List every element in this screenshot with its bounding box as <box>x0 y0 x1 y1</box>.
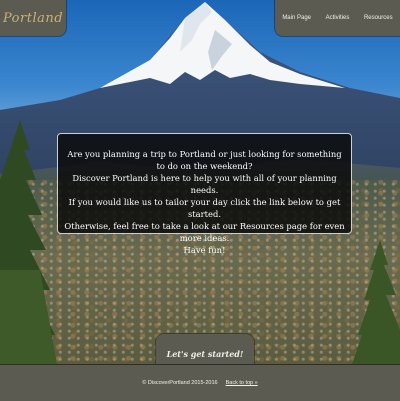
intro-line-2: Discover Portland is here to help you wi… <box>72 173 337 195</box>
intro-panel: Are you planning a trip to Portland or j… <box>57 133 352 255</box>
site-logo[interactable]: Portland <box>3 11 63 26</box>
intro-line-5: Have fun! <box>183 245 226 255</box>
tree-left <box>0 120 58 370</box>
logo-tab[interactable]: Portland <box>0 0 66 36</box>
copyright-text: © DiscoverPortland 2015-2016 <box>142 380 218 386</box>
back-to-top-link[interactable]: Back to top » <box>226 380 258 386</box>
main-nav: Main Page Activities Resources <box>275 0 400 36</box>
get-started-label[interactable]: Let's get started! <box>167 349 244 364</box>
intro-line-3: If you would like us to tailor your day … <box>68 197 341 219</box>
intro-line-1: Are you planning a trip to Portland or j… <box>67 149 342 171</box>
nav-main-page[interactable]: Main Page <box>282 15 311 21</box>
nav-resources[interactable]: Resources <box>364 15 393 21</box>
intro-line-4: Otherwise, feel free to take a look at o… <box>64 221 345 243</box>
get-started-button[interactable]: Let's get started! <box>156 334 254 364</box>
footer: © DiscoverPortland 2015-2016 Back to top… <box>0 364 400 401</box>
nav-activities[interactable]: Activities <box>326 15 350 21</box>
tree-right <box>350 240 400 370</box>
